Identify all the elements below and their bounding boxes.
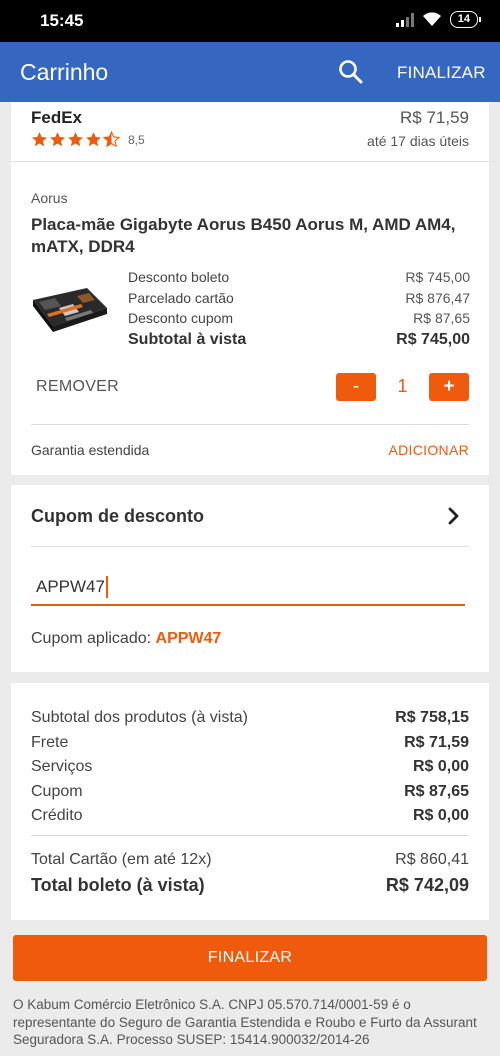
summary-label: Crédito xyxy=(31,807,83,824)
shipping-carrier: FedEx xyxy=(31,108,83,127)
star-icon xyxy=(50,132,65,147)
subtotal-value: R$ 745,00 xyxy=(396,330,470,348)
boleto-total-label: Total boleto (à vista) xyxy=(31,875,205,895)
wifi-icon xyxy=(422,12,441,26)
summary-value: R$ 758,15 xyxy=(395,709,469,726)
summary-label: Frete xyxy=(31,733,69,751)
card-total-label: Total Cartão (em até 12x) xyxy=(31,851,212,868)
remove-item-button[interactable]: REMOVER xyxy=(36,378,119,396)
card-total-row: Total Cartão (em até 12x) R$ 860,41 xyxy=(31,848,469,872)
price-value: R$ 876,47 xyxy=(405,289,470,306)
quantity-increase-button[interactable]: + xyxy=(429,373,469,401)
shipping-eta: até 17 dias úteis xyxy=(367,133,469,149)
summary-row: Serviços R$ 0,00 xyxy=(31,755,469,780)
price-label: Desconto cupom xyxy=(128,310,234,326)
status-time: 15:45 xyxy=(40,11,84,30)
finalizar-button[interactable]: FINALIZAR xyxy=(13,935,487,981)
page-title: Carrinho xyxy=(20,59,109,85)
chevron-right-icon[interactable] xyxy=(445,505,463,527)
summary-value: R$ 0,00 xyxy=(412,807,469,824)
price-line: Desconto cupom R$ 87,65 xyxy=(128,308,470,329)
price-value: R$ 87,65 xyxy=(413,310,470,326)
subtotal-line: Subtotal à vista R$ 745,00 xyxy=(128,329,470,351)
price-label: Desconto boleto xyxy=(128,269,230,285)
price-breakdown: Desconto boleto R$ 745,00 Parcelado cartã… xyxy=(128,267,470,351)
battery-icon: 14 xyxy=(449,11,482,28)
coupon-card: Cupom de desconto Cupom aplicado: APPW47 xyxy=(11,485,489,672)
summary-label: Serviços xyxy=(31,758,93,775)
rating-value: 8,5 xyxy=(128,132,145,147)
summary-value: R$ 71,59 xyxy=(404,733,469,751)
product-name[interactable]: Placa-mãe Gigabyte Aorus B450 Aorus M, A… xyxy=(31,214,476,258)
legal-disclaimer: O Kabum Comércio Eletrônico S.A. CNPJ 05… xyxy=(13,997,477,1047)
product-image[interactable] xyxy=(29,282,109,342)
product-brand: Aorus xyxy=(31,190,68,206)
coupon-input[interactable] xyxy=(31,570,465,606)
coupon-applied-code: APPW47 xyxy=(155,630,222,647)
boleto-total-value: R$ 742,09 xyxy=(385,875,469,895)
summary-label: Subtotal dos produtos (à vista) xyxy=(31,709,249,726)
half-star-icon xyxy=(103,131,120,148)
summary-row: Crédito R$ 0,00 xyxy=(31,804,469,829)
summary-row: Subtotal dos produtos (à vista) R$ 758,15 xyxy=(31,706,469,731)
price-line: Parcelado cartão R$ 876,47 xyxy=(128,288,470,309)
divider xyxy=(31,424,469,425)
summary-value: R$ 0,00 xyxy=(412,758,469,775)
finalizar-header-button[interactable]: FINALIZAR xyxy=(397,63,486,83)
star-icon xyxy=(86,132,101,147)
price-line: Desconto boleto R$ 745,00 xyxy=(128,267,470,288)
price-label: Parcelado cartão xyxy=(128,289,234,306)
summary-label: Cupom xyxy=(31,782,83,800)
boleto-total-row: Total boleto (à vista) R$ 742,09 xyxy=(31,872,469,898)
add-warranty-button[interactable]: ADICIONAR xyxy=(389,442,470,458)
card-total-value: R$ 860,41 xyxy=(395,851,469,868)
divider xyxy=(11,161,489,162)
signal-icon xyxy=(395,12,414,27)
app-bar: Carrinho FINALIZAR xyxy=(0,42,500,102)
price-value: R$ 745,00 xyxy=(405,269,470,285)
cart-item-card: FedEx R$ 71,59 8,5 até 17 dias úteis Aor… xyxy=(11,102,489,475)
quantity-decrease-button[interactable]: - xyxy=(336,373,376,401)
summary-row: Cupom R$ 87,65 xyxy=(31,780,469,805)
quantity-value: 1 xyxy=(397,376,408,396)
status-icons: 14 xyxy=(395,11,482,28)
summary-value: R$ 87,65 xyxy=(404,782,469,800)
summary-row: Frete R$ 71,59 xyxy=(31,731,469,756)
coupon-applied-text: Cupom aplicado: APPW47 xyxy=(31,630,221,648)
text-caret xyxy=(106,576,108,598)
status-bar: 15:45 14 xyxy=(0,0,500,42)
divider xyxy=(31,546,469,547)
star-icon xyxy=(32,132,47,147)
subtotal-label: Subtotal à vista xyxy=(128,330,247,348)
warranty-label: Garantia estendida xyxy=(31,442,150,458)
rating-stars: 8,5 xyxy=(31,131,145,148)
divider xyxy=(31,835,469,836)
totals: Total Cartão (em até 12x) R$ 860,41 Total… xyxy=(31,848,469,898)
search-icon[interactable] xyxy=(336,57,366,87)
coupon-title[interactable]: Cupom de desconto xyxy=(31,506,204,527)
star-icon xyxy=(68,132,83,147)
summary-list: Subtotal dos produtos (à vista) R$ 758,15… xyxy=(31,706,469,829)
order-summary-card: Subtotal dos produtos (à vista) R$ 758,15… xyxy=(11,683,489,920)
coupon-applied-label: Cupom aplicado: xyxy=(31,630,152,647)
shipping-price: R$ 71,59 xyxy=(400,108,469,127)
